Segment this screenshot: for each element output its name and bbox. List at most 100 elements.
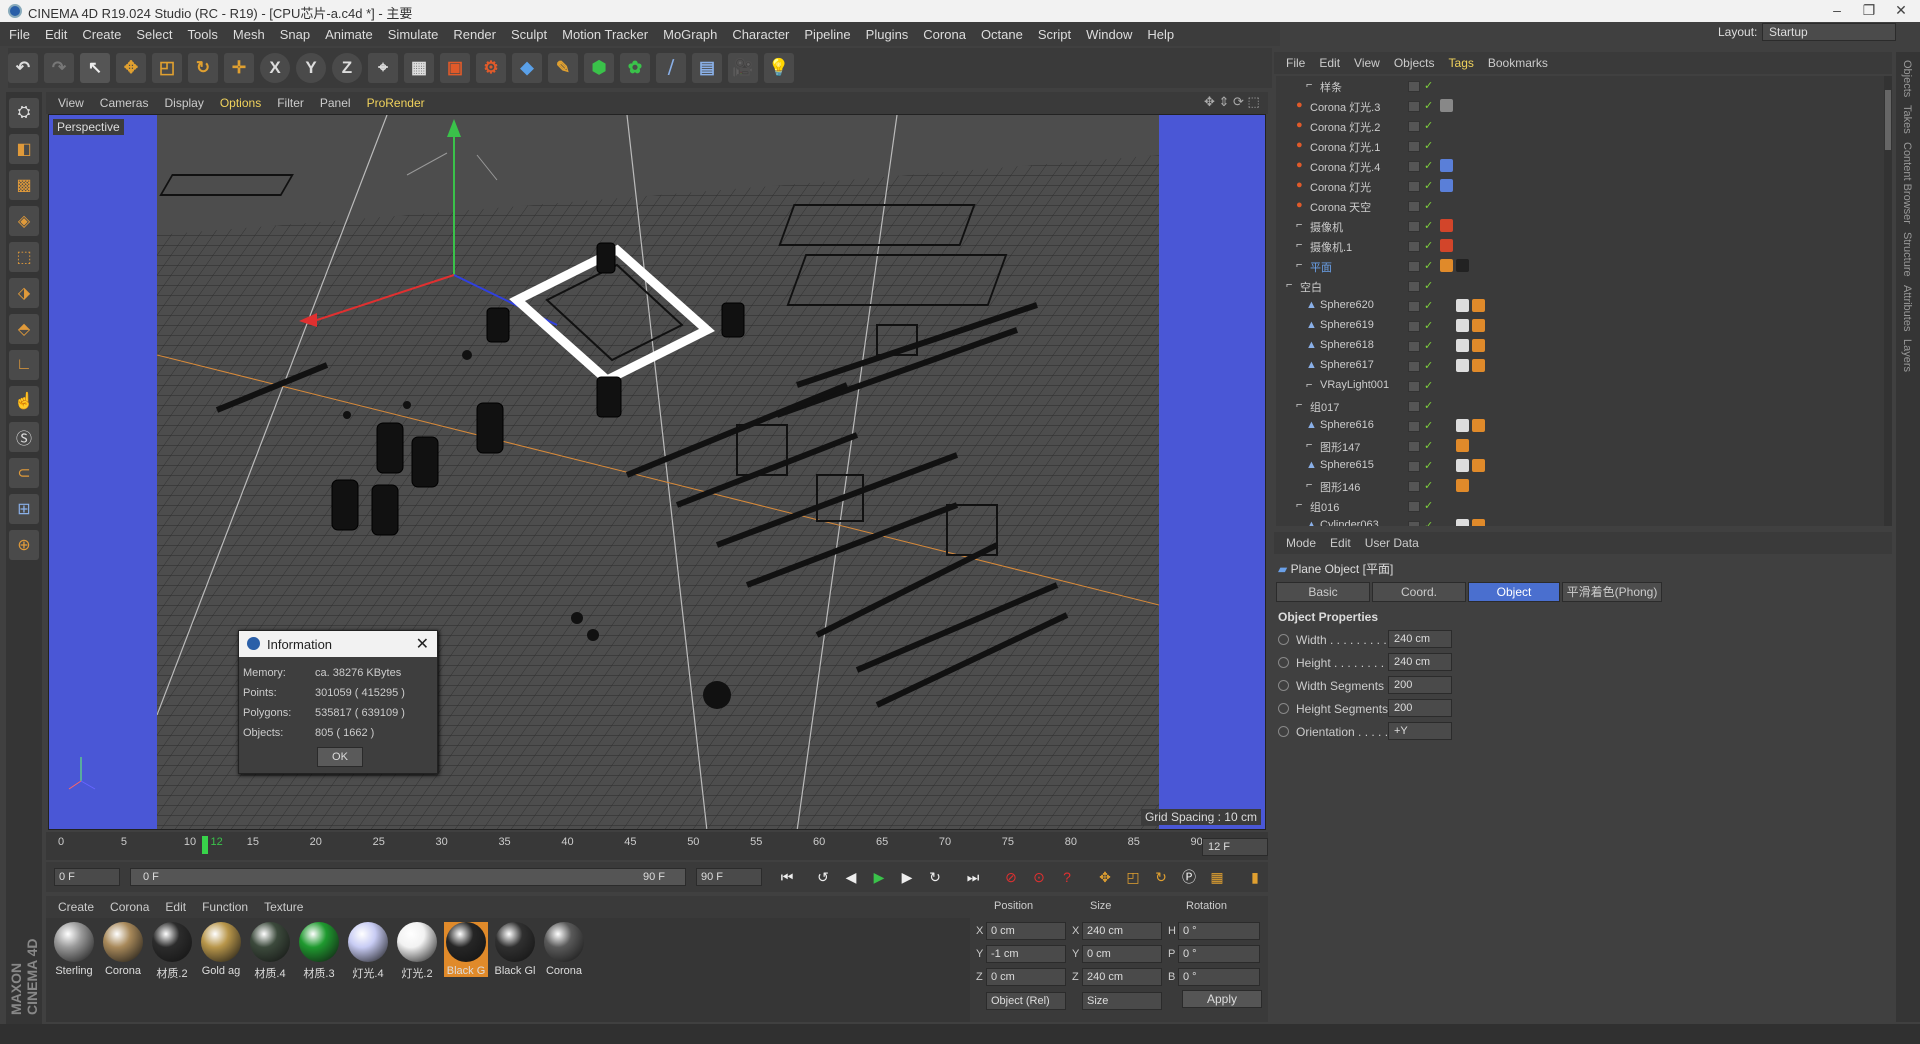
material-swatch[interactable]: Corona bbox=[542, 922, 586, 977]
object-tag-icon[interactable] bbox=[1456, 519, 1469, 526]
close-icon[interactable]: ✕ bbox=[416, 634, 429, 654]
record-keys-icon[interactable]: ⊘ bbox=[1000, 866, 1022, 888]
scrollbar-thumb[interactable] bbox=[1885, 90, 1891, 150]
light-object-icon[interactable]: 💡 bbox=[764, 53, 794, 83]
points-mode-icon[interactable]: ⬚ bbox=[9, 242, 39, 272]
select-cursor-icon[interactable]: ↖ bbox=[80, 53, 110, 83]
enabled-check-icon[interactable]: ✓ bbox=[1424, 99, 1433, 112]
visibility-toggle[interactable] bbox=[1408, 261, 1420, 272]
edges-mode-icon[interactable]: ⬗ bbox=[9, 278, 39, 308]
right-tab-layers[interactable]: Layers bbox=[1901, 339, 1913, 372]
menu-sculpt[interactable]: Sculpt bbox=[511, 27, 547, 42]
object-tag-icon[interactable] bbox=[1440, 359, 1453, 372]
object-row[interactable]: ▲ Sphere615 ✓ bbox=[1276, 456, 1884, 476]
floor-environment-icon[interactable]: ▤ bbox=[692, 53, 722, 83]
object-tag-icon[interactable] bbox=[1440, 519, 1453, 526]
object-row[interactable]: ▲ Sphere617 ✓ bbox=[1276, 356, 1884, 376]
visibility-toggle[interactable] bbox=[1408, 101, 1420, 112]
object-tag-icon[interactable] bbox=[1440, 179, 1453, 192]
locked-workplane-icon[interactable]: ⊞ bbox=[9, 494, 39, 524]
enabled-check-icon[interactable]: ✓ bbox=[1424, 159, 1433, 172]
scale-tool-icon[interactable]: ◰ bbox=[152, 53, 182, 83]
minimize-icon[interactable]: – bbox=[1822, 2, 1852, 18]
visibility-toggle[interactable] bbox=[1408, 341, 1420, 352]
object-row[interactable]: ● Corona 灯光.4 ✓ bbox=[1276, 156, 1884, 176]
object-row[interactable]: ⌐ 样条 ✓ bbox=[1276, 76, 1884, 96]
menu-script[interactable]: Script bbox=[1038, 27, 1071, 42]
visibility-toggle[interactable] bbox=[1408, 401, 1420, 412]
visibility-toggle[interactable] bbox=[1408, 281, 1420, 292]
tab-phong[interactable]: 平滑着色(Phong) bbox=[1562, 582, 1662, 602]
x-axis-lock-icon[interactable]: X bbox=[260, 53, 290, 83]
enabled-check-icon[interactable]: ✓ bbox=[1424, 199, 1433, 212]
previous-key-icon[interactable]: ↺ bbox=[812, 866, 834, 888]
go-to-end-icon[interactable]: ⏭ bbox=[962, 866, 984, 888]
key-scale-icon[interactable]: ◰ bbox=[1122, 866, 1144, 888]
property-value-field[interactable]: 200 bbox=[1388, 676, 1452, 694]
enabled-check-icon[interactable]: ✓ bbox=[1424, 459, 1433, 472]
object-row[interactable]: ⌐ 图形147 ✓ bbox=[1276, 436, 1884, 456]
key-pla-icon[interactable]: ▦ bbox=[1206, 866, 1228, 888]
visibility-toggle[interactable] bbox=[1408, 201, 1420, 212]
menu-help[interactable]: Help bbox=[1147, 27, 1174, 42]
object-tag-icon[interactable] bbox=[1440, 259, 1453, 272]
menu-snap[interactable]: Snap bbox=[280, 27, 310, 42]
material-swatch[interactable]: Corona bbox=[101, 922, 145, 977]
menu-select[interactable]: Select bbox=[136, 27, 172, 42]
visibility-toggle[interactable] bbox=[1408, 521, 1420, 526]
size-y-field[interactable]: 0 cm bbox=[1082, 945, 1162, 963]
rotation-h-field[interactable]: 0 ° bbox=[1178, 922, 1260, 940]
rotate-tool-icon[interactable]: ↻ bbox=[188, 53, 218, 83]
viewport-menu-cameras[interactable]: Cameras bbox=[100, 96, 149, 110]
material-swatch[interactable]: Gold ag bbox=[199, 922, 243, 977]
material-menu-function[interactable]: Function bbox=[202, 900, 248, 914]
z-axis-lock-icon[interactable]: Z bbox=[332, 53, 362, 83]
enabled-check-icon[interactable]: ✓ bbox=[1424, 519, 1433, 526]
start-frame-field[interactable]: 0 F bbox=[54, 868, 120, 886]
viewport-menu-panel[interactable]: Panel bbox=[320, 96, 351, 110]
y-axis-lock-icon[interactable]: Y bbox=[296, 53, 326, 83]
perspective-viewport[interactable]: Perspective Grid Spacing : 10 cm bbox=[48, 114, 1266, 830]
polygons-mode-icon[interactable]: ⬘ bbox=[9, 314, 39, 344]
object-tag-icon[interactable] bbox=[1456, 359, 1469, 372]
menu-tools[interactable]: Tools bbox=[188, 27, 218, 42]
object-tag-icon[interactable] bbox=[1440, 159, 1453, 172]
position-y-field[interactable]: -1 cm bbox=[986, 945, 1066, 963]
object-row[interactable]: ⌐ 组016 ✓ bbox=[1276, 496, 1884, 516]
object-row[interactable]: ● Corona 天空 ✓ bbox=[1276, 196, 1884, 216]
object-tag-icon[interactable] bbox=[1472, 419, 1485, 432]
object-tag-icon[interactable] bbox=[1440, 99, 1453, 112]
range-slider[interactable]: 0 F 90 F bbox=[130, 868, 686, 886]
restore-icon[interactable]: ❐ bbox=[1854, 2, 1884, 19]
enabled-check-icon[interactable]: ✓ bbox=[1424, 259, 1433, 272]
attribute-menu-mode[interactable]: Mode bbox=[1286, 536, 1316, 550]
menu-window[interactable]: Window bbox=[1086, 27, 1132, 42]
tab-object[interactable]: Object bbox=[1468, 582, 1560, 602]
right-tab-structure[interactable]: Structure bbox=[1901, 232, 1913, 277]
planar-workplane-icon[interactable]: ⊕ bbox=[9, 530, 39, 560]
object-row[interactable]: ▲ Cylinder063 ✓ bbox=[1276, 516, 1884, 526]
object-row[interactable]: ▲ Sphere618 ✓ bbox=[1276, 336, 1884, 356]
material-menu-texture[interactable]: Texture bbox=[264, 900, 303, 914]
visibility-toggle[interactable] bbox=[1408, 361, 1420, 372]
enabled-check-icon[interactable]: ✓ bbox=[1424, 299, 1433, 312]
object-tag-icon[interactable] bbox=[1456, 339, 1469, 352]
object-list[interactable]: ⌐ 样条 ✓ ● Corona 灯光.3 ✓ ● Corona 灯光.2 ✓ ● Corona 灯光… bbox=[1276, 76, 1884, 526]
tab-basic[interactable]: Basic bbox=[1276, 582, 1370, 602]
enabled-check-icon[interactable]: ✓ bbox=[1424, 359, 1433, 372]
object-tag-icon[interactable] bbox=[1456, 439, 1469, 452]
visibility-toggle[interactable] bbox=[1408, 81, 1420, 92]
apply-button[interactable]: Apply bbox=[1182, 990, 1262, 1008]
undo-icon[interactable]: ↶ bbox=[8, 53, 38, 83]
axis-mode-icon[interactable]: ∟ bbox=[9, 350, 39, 380]
animate-radio[interactable] bbox=[1278, 726, 1289, 737]
object-menu-objects[interactable]: Objects bbox=[1394, 56, 1435, 70]
object-menu-view[interactable]: View bbox=[1354, 56, 1380, 70]
autokey-icon[interactable]: ⊙ bbox=[1028, 866, 1050, 888]
object-row[interactable]: ● Corona 灯光.2 ✓ bbox=[1276, 116, 1884, 136]
menu-pipeline[interactable]: Pipeline bbox=[804, 27, 850, 42]
viewport-menu-filter[interactable]: Filter bbox=[277, 96, 304, 110]
previous-frame-icon[interactable]: ◀ bbox=[840, 866, 862, 888]
object-row[interactable]: ● Corona 灯光.1 ✓ bbox=[1276, 136, 1884, 156]
size-mode-select[interactable]: Size bbox=[1082, 992, 1162, 1010]
